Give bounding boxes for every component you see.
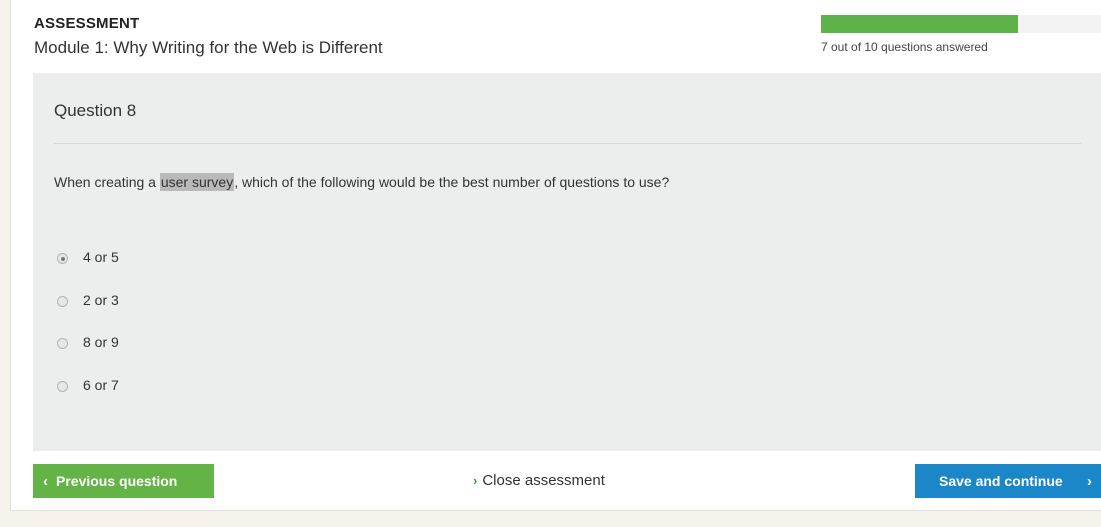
chevron-right-icon: › [1087, 472, 1092, 490]
question-panel: Question 8 When creating a user survey, … [33, 73, 1101, 451]
option-label[interactable]: 2 or 3 [83, 292, 119, 308]
radio-button[interactable] [57, 253, 68, 264]
previous-question-label: Previous question [56, 473, 178, 489]
answer-option[interactable]: 2 or 3 [57, 292, 119, 335]
divider [54, 143, 1081, 144]
answer-option[interactable]: 8 or 9 [57, 334, 119, 377]
highlighted-term: user survey [159, 173, 235, 191]
progress-bar-fill [821, 15, 1018, 33]
progress-text: 7 out of 10 questions answered [821, 40, 988, 54]
close-assessment-label: Close assessment [482, 472, 605, 489]
radio-button[interactable] [57, 295, 68, 307]
option-label[interactable]: 4 or 5 [83, 249, 119, 265]
previous-question-button[interactable]: ‹ Previous question [33, 464, 214, 498]
radio-button[interactable] [57, 338, 68, 349]
module-title: Module 1: Why Writing for the Web is Dif… [34, 38, 383, 57]
option-label[interactable]: 8 or 9 [83, 334, 119, 350]
close-assessment-link[interactable]: › Close assessment [473, 472, 605, 489]
chevron-right-icon: › [473, 473, 478, 488]
progress-bar [821, 15, 1101, 33]
answer-option[interactable]: 6 or 7 [57, 377, 119, 420]
chevron-left-icon: ‹ [43, 472, 48, 490]
save-and-continue-label: Save and continue [939, 473, 1063, 489]
question-text-before: When creating a [54, 174, 160, 190]
save-and-continue-button[interactable]: Save and continue › [915, 464, 1101, 498]
option-label[interactable]: 6 or 7 [83, 377, 119, 393]
question-text-after: , which of the following would be the be… [234, 174, 670, 190]
question-title: Question 8 [54, 101, 137, 120]
assessment-label: ASSESSMENT [34, 15, 140, 32]
answer-options: 4 or 5 2 or 3 8 or 9 6 or 7 [57, 249, 119, 419]
assessment-card: ASSESSMENT Module 1: Why Writing for the… [10, 0, 1101, 511]
answer-option[interactable]: 4 or 5 [57, 249, 119, 292]
question-text: When creating a user survey, which of th… [54, 173, 670, 191]
radio-button[interactable] [57, 380, 68, 392]
